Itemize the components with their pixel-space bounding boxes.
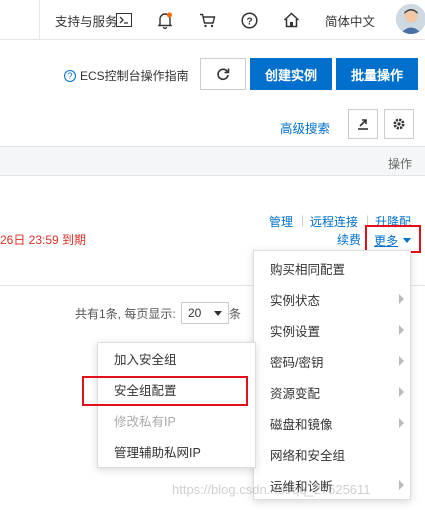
bell-icon[interactable] [154,9,176,31]
menu-item-resource-change[interactable]: 资源变配 [254,377,410,408]
menu-item-network-security[interactable]: 网络和安全组 [254,439,410,470]
more-link[interactable]: 更多 [374,232,398,249]
nav-divider [39,0,40,40]
action-separator: | [301,213,305,227]
table-header: 操作 [0,146,425,176]
more-label: 更多 [374,234,399,248]
menu-item-password-key[interactable]: 密码/密钥 [254,346,410,377]
menu-item-label: 加入安全组 [114,353,177,367]
menu-item-label: 网络和安全组 [270,449,346,463]
svg-text:?: ? [246,16,252,27]
caret-down-icon [403,238,411,243]
expire-date-text: 26日 23:59 到期 [0,233,87,247]
create-instance-button[interactable]: 创建实例 [250,58,332,90]
operation-column-header: 操作 [388,157,413,171]
terminal-icon[interactable] [113,9,135,31]
menu-item-label: 购买相同配置 [270,263,346,277]
page-size-value: 20 [188,306,202,320]
submenu-item-modify-private-ip: 修改私有IP [98,405,255,436]
refresh-icon [217,68,230,81]
ecs-guide-link[interactable]: ? ECS控制台操作指南 [64,67,189,84]
export-button[interactable] [348,109,378,139]
menu-item-label: 修改私有IP [114,415,176,429]
renew-link[interactable]: 续费 [337,231,361,248]
chevron-right-icon [399,325,404,335]
menu-item-disk-image[interactable]: 磁盘和镜像 [254,408,410,439]
menu-item-label: 资源变配 [270,387,321,401]
batch-ops-button[interactable]: 批量操作 [336,58,418,90]
chevron-right-icon [399,387,404,397]
advanced-search-link[interactable]: 高级搜索 [280,118,330,137]
gear-icon [393,118,405,130]
settings-button[interactable] [384,109,414,139]
menu-item-label: 密码/密钥 [270,356,324,370]
submenu-item-secondary-private-ip[interactable]: 管理辅助私网IP [98,436,255,467]
support-menu[interactable]: 支持与服务 [55,11,118,30]
menu-item-instance-settings[interactable]: 实例设置 [254,315,410,346]
menu-item-label: 实例状态 [270,294,321,308]
chevron-right-icon [399,294,404,304]
question-circle-icon: ? [64,69,76,82]
chevron-right-icon [399,356,404,366]
chevron-right-icon [399,418,404,428]
watermark-text: https://blog.csdn.net/qq_27525611 [172,482,371,497]
avatar[interactable] [396,4,425,34]
caret-down-icon [214,311,222,316]
pagination-suffix: 条 [229,307,242,321]
menu-item-instance-status[interactable]: 实例状态 [254,284,410,315]
page-size-select[interactable]: 20 [181,302,229,324]
menu-item-label: 磁盘和镜像 [270,418,333,432]
remote-connect-link[interactable]: 远程连接 [310,213,358,230]
refresh-button[interactable] [200,58,246,90]
submenu-item-join-sg[interactable]: 加入安全组 [98,343,255,374]
export-icon [358,119,368,130]
cart-icon[interactable] [196,9,218,31]
menu-item-buy-same[interactable]: 购买相同配置 [254,253,410,284]
ecs-guide-label: ECS控制台操作指南 [80,69,189,83]
pagination-summary: 共有1条, 每页显示: [75,307,176,321]
top-nav-bar: 支持与服务 ? 简体中文 [0,0,425,40]
menu-item-label: 管理辅助私网IP [114,446,201,460]
manage-link[interactable]: 管理 [269,213,293,230]
language-switcher[interactable]: 简体中文 [325,11,375,30]
chevron-right-icon [399,480,404,490]
help-icon[interactable]: ? [238,9,260,31]
more-dropdown-menu: 购买相同配置 实例状态 实例设置 密码/密钥 资源变配 磁盘和镜像 网络和安全组… [253,250,411,500]
home-icon[interactable] [280,9,302,31]
menu-item-label: 实例设置 [270,325,321,339]
sg-config-highlight-box [82,376,248,406]
